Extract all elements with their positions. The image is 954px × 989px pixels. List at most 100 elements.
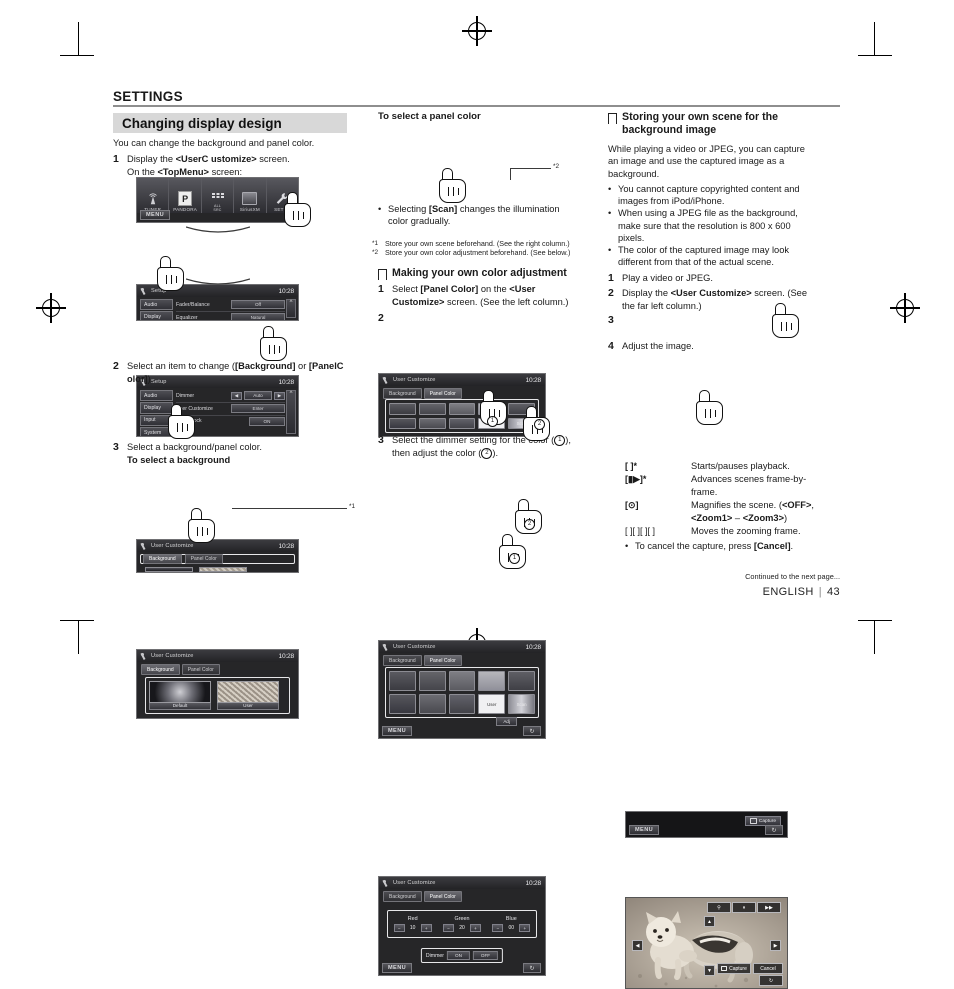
color-swatch[interactable]	[418, 694, 446, 714]
panel-color-screen-2[interactable]: User Customize 10:28 Background Panel Co…	[378, 640, 546, 739]
topmenu-item-allsrc[interactable]: ALL SRC	[202, 178, 235, 213]
dimmer-plus-button[interactable]: ▶	[274, 391, 285, 401]
frame-advance-button[interactable]: ▶▶	[757, 902, 781, 913]
color-swatch[interactable]	[448, 403, 476, 415]
tab-background[interactable]: Background	[383, 655, 422, 666]
setup-tabs[interactable]: Audio Display	[140, 299, 173, 320]
topmenu-item-setup[interactable]: SETUP	[267, 178, 298, 213]
back-button[interactable]: ↻	[523, 963, 541, 973]
dimmer-off-button[interactable]: OFF	[472, 951, 499, 960]
color-swatch-user[interactable]: User	[478, 694, 506, 714]
color-swatch[interactable]	[508, 403, 535, 415]
setup-row-value[interactable]: Off	[231, 300, 285, 310]
setup-tab-input[interactable]: Input	[140, 414, 173, 426]
color-swatch[interactable]	[389, 694, 416, 714]
setup-tab-audio[interactable]: Audio	[140, 390, 173, 402]
footnote-mark: *1	[372, 240, 379, 247]
topmenu-item-pandora[interactable]: P PANDORA	[169, 178, 202, 213]
user-customize-screen-tabs[interactable]: User Customize 10:28 Background Panel Co…	[136, 539, 299, 573]
color-swatch[interactable]	[389, 403, 416, 415]
menu-button[interactable]: MENU	[140, 210, 171, 220]
setup-tab-display[interactable]: Display	[140, 311, 173, 320]
tab-panel-color[interactable]: Panel Color	[423, 655, 462, 666]
setup-row[interactable]: Fader/Balance Off	[176, 299, 285, 312]
cancel-button[interactable]: Cancel	[753, 963, 783, 974]
color-swatch[interactable]	[418, 417, 446, 429]
background-select-screen[interactable]: User Customize 10:28 Background Panel Co…	[136, 649, 299, 719]
play-pause-button[interactable]: ⏸	[732, 902, 756, 913]
green-minus-button[interactable]: −	[442, 923, 454, 933]
screen-tabs[interactable]: Background Panel Color	[383, 891, 462, 902]
tab-background[interactable]: Background	[383, 388, 422, 399]
red-plus-button[interactable]: +	[420, 923, 432, 933]
color-swatch[interactable]	[448, 671, 476, 691]
setup-row[interactable]: Dimmer ◀ Auto ▶	[176, 390, 285, 403]
setup-row[interactable]: OSD Clock ON	[176, 416, 285, 428]
setup-row-value[interactable]: Enter	[231, 404, 285, 414]
tab-panel-color[interactable]: Panel Color	[423, 388, 462, 399]
background-thumb-default[interactable]: Default	[149, 681, 211, 710]
setup-tab-display[interactable]: Display	[140, 402, 173, 414]
setup-row-value[interactable]: ON	[249, 416, 285, 426]
color-swatch[interactable]	[389, 417, 416, 429]
dimmer-minus-button[interactable]: ◀	[231, 391, 242, 401]
screen-tabs[interactable]: Background Panel Color	[383, 388, 462, 399]
adjust-button[interactable]: Adj	[496, 717, 517, 726]
tab-panel-color[interactable]: Panel Color	[423, 891, 462, 902]
color-swatch[interactable]	[418, 671, 446, 691]
red-minus-button[interactable]: −	[393, 923, 405, 933]
image-adjust-screen[interactable]: ⚲ ⏸ ▶▶ ▲ ▼ ◀ ▶ Capture Cancel ↻	[625, 897, 788, 989]
color-swatch[interactable]	[448, 417, 476, 429]
panel-color-screen[interactable]: User Customize 10:28 Background Panel Co…	[378, 373, 546, 437]
callout-leader-2	[510, 168, 551, 169]
topmenu-screen[interactable]: TUNER P PANDORA ALLSRC	[136, 177, 299, 223]
blue-plus-button[interactable]: +	[519, 923, 531, 933]
arrow-right-button[interactable]: ▶	[770, 940, 781, 951]
setup-tab-audio[interactable]: Audio	[140, 299, 173, 311]
rgb-adjust-screen[interactable]: User Customize 10:28 Background Panel Co…	[378, 876, 546, 976]
back-button[interactable]: ↻	[759, 975, 783, 986]
color-swatch[interactable]	[478, 403, 506, 415]
step-number: 1	[608, 272, 614, 285]
setup-row[interactable]: Equalizer Natural	[176, 312, 285, 320]
capture-button[interactable]: Capture	[717, 963, 751, 974]
back-button[interactable]: ↻	[523, 726, 541, 736]
background-thumb-user[interactable]: User	[217, 681, 279, 710]
arrow-down-button[interactable]: ▼	[704, 965, 715, 976]
dimmer-on-button[interactable]: ON	[447, 951, 470, 960]
zoom-button[interactable]: ⚲	[707, 902, 731, 913]
arrow-up-button[interactable]: ▲	[704, 916, 715, 927]
tab-background[interactable]: Background	[383, 891, 422, 902]
color-swatch[interactable]	[389, 671, 416, 691]
menu-button[interactable]: MENU	[382, 726, 413, 736]
arrow-left-button[interactable]: ◀	[632, 940, 643, 951]
screen-tabs[interactable]: Background Panel Color	[141, 664, 220, 675]
setup-tab-system[interactable]: System	[140, 427, 173, 436]
menu-button[interactable]: MENU	[382, 963, 413, 973]
color-swatch[interactable]	[418, 403, 446, 415]
topmenu-item-siriusxm[interactable]: SiriusXM	[234, 178, 267, 213]
setup-row[interactable]: User Customize Enter	[176, 403, 285, 416]
scroll-up-indicator[interactable]: ^	[286, 390, 296, 434]
setup-screen-audio[interactable]: Setup 10:28 Audio Display Fader/Balance …	[136, 284, 299, 321]
tab-panel-color[interactable]: Panel Color	[181, 664, 220, 675]
setup-tabs[interactable]: Audio Display Input System	[140, 390, 173, 436]
color-swatch[interactable]	[448, 694, 476, 714]
blue-minus-button[interactable]: −	[492, 923, 504, 933]
color-swatch[interactable]	[478, 671, 506, 691]
capture-bar-screen[interactable]: Capture MENU ↻	[625, 811, 788, 838]
setup-row-value[interactable]: Natural	[231, 313, 285, 320]
color-swatch[interactable]	[508, 671, 535, 691]
back-button[interactable]: ↻	[765, 825, 783, 835]
color-swatch-scan[interactable]: Scan	[508, 694, 535, 714]
scroll-up-indicator[interactable]: ^	[286, 299, 296, 318]
green-plus-button[interactable]: +	[469, 923, 481, 933]
screen-tabs[interactable]: Background Panel Color	[383, 655, 462, 666]
setup-row-value[interactable]: Auto	[244, 391, 272, 401]
tab-panel-color[interactable]: Panel Color	[184, 554, 223, 564]
menu-button[interactable]: MENU	[629, 825, 660, 835]
tab-background[interactable]: Background	[141, 664, 180, 675]
topmenu-item-tuner[interactable]: TUNER	[137, 178, 170, 213]
color-swatch-scan[interactable]: Scan	[508, 417, 535, 429]
tab-background[interactable]: Background	[143, 554, 182, 564]
